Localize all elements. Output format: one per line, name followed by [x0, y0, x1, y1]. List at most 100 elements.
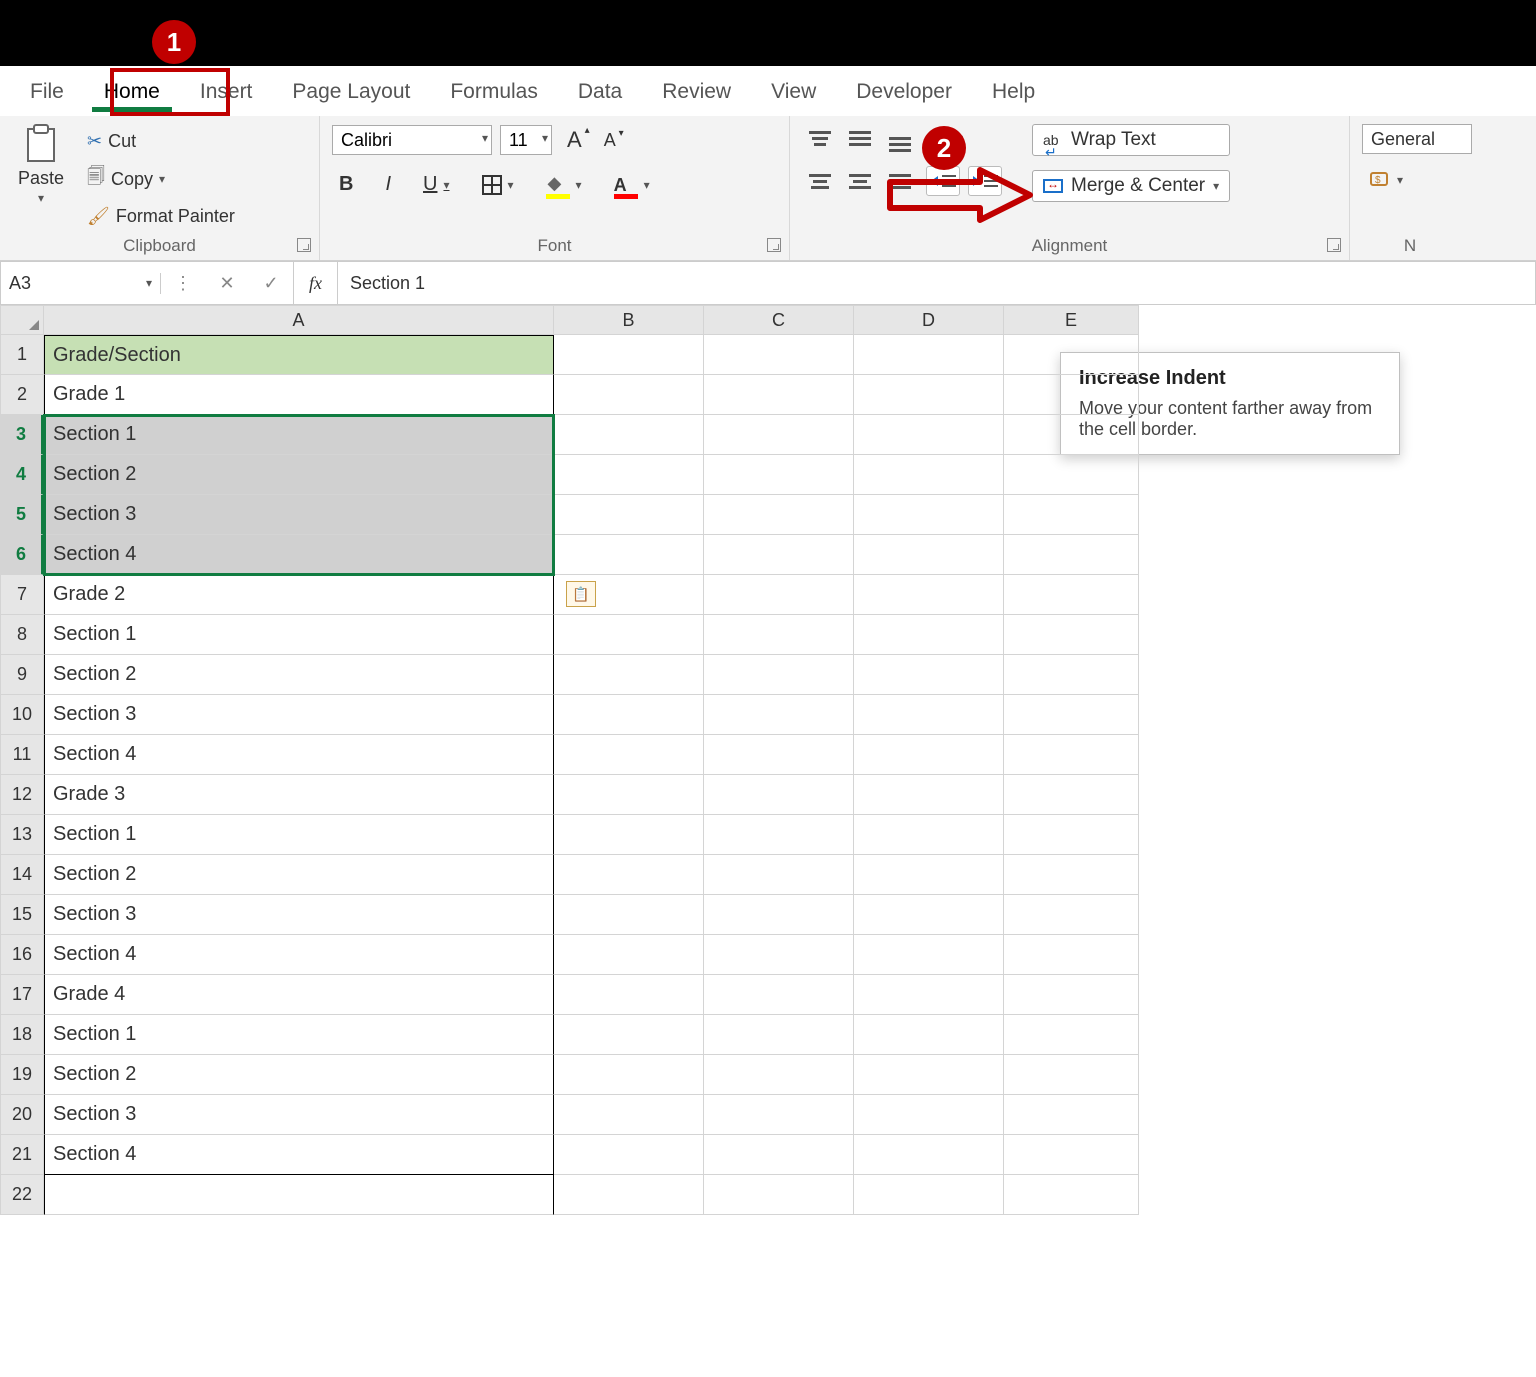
- row-header[interactable]: 6: [0, 535, 44, 575]
- row-header[interactable]: 22: [0, 1175, 44, 1215]
- cell[interactable]: [704, 775, 854, 815]
- cell[interactable]: [704, 615, 854, 655]
- cell[interactable]: [554, 1135, 704, 1175]
- cell[interactable]: [44, 1175, 554, 1215]
- cell[interactable]: [1004, 1175, 1139, 1215]
- cell[interactable]: [704, 575, 854, 615]
- cell[interactable]: [1004, 1055, 1139, 1095]
- cell[interactable]: Grade 2: [44, 575, 554, 615]
- cut-button[interactable]: Cut: [80, 128, 242, 155]
- cell[interactable]: [704, 855, 854, 895]
- row-header[interactable]: 15: [0, 895, 44, 935]
- cell[interactable]: [854, 855, 1004, 895]
- row-header[interactable]: 16: [0, 935, 44, 975]
- row-header[interactable]: 10: [0, 695, 44, 735]
- align-middle-button[interactable]: [842, 124, 878, 152]
- dialog-launcher-icon[interactable]: [1327, 238, 1341, 252]
- font-size-combo[interactable]: [500, 125, 552, 155]
- cell[interactable]: [1004, 535, 1139, 575]
- row-header[interactable]: 18: [0, 1015, 44, 1055]
- cell[interactable]: Section 4: [44, 1135, 554, 1175]
- column-header-B[interactable]: B: [554, 305, 704, 335]
- orientation-button[interactable]: ab ▾: [926, 124, 970, 152]
- cell[interactable]: Section 1: [44, 815, 554, 855]
- cell[interactable]: Section 4: [44, 735, 554, 775]
- cell[interactable]: [704, 895, 854, 935]
- cell[interactable]: [854, 575, 1004, 615]
- align-left-button[interactable]: [802, 167, 838, 195]
- cell[interactable]: [704, 1015, 854, 1055]
- cell[interactable]: [554, 535, 704, 575]
- align-right-button[interactable]: [882, 167, 918, 195]
- cell[interactable]: Section 3: [44, 495, 554, 535]
- align-top-button[interactable]: [802, 124, 838, 152]
- cell[interactable]: Section 1: [44, 615, 554, 655]
- fx-dots-button[interactable]: ⋮: [161, 261, 205, 305]
- cell[interactable]: [554, 735, 704, 775]
- format-painter-button[interactable]: Format Painter: [80, 203, 242, 230]
- cell[interactable]: Section 3: [44, 1095, 554, 1135]
- name-box[interactable]: A3 ▾: [1, 273, 161, 294]
- cell[interactable]: Grade 3: [44, 775, 554, 815]
- cell[interactable]: [554, 615, 704, 655]
- cell[interactable]: Grade 4: [44, 975, 554, 1015]
- align-center-button[interactable]: [842, 167, 878, 195]
- cell[interactable]: [1004, 1095, 1139, 1135]
- decrease-font-size-button[interactable]: A▾: [597, 127, 623, 154]
- dialog-launcher-icon[interactable]: [297, 238, 311, 252]
- cell[interactable]: [854, 415, 1004, 455]
- cell[interactable]: [554, 815, 704, 855]
- increase-indent-button[interactable]: [968, 166, 1002, 196]
- cell[interactable]: [854, 895, 1004, 935]
- enter-formula-button[interactable]: ✓: [249, 261, 293, 305]
- cell[interactable]: [704, 1175, 854, 1215]
- cell[interactable]: [1004, 575, 1139, 615]
- cell[interactable]: [704, 1095, 854, 1135]
- cell[interactable]: [1004, 1135, 1139, 1175]
- cell[interactable]: [854, 695, 1004, 735]
- cell[interactable]: [554, 975, 704, 1015]
- cell[interactable]: [704, 375, 854, 415]
- tab-data[interactable]: Data: [558, 66, 642, 116]
- cell[interactable]: Grade 1: [44, 375, 554, 415]
- cell[interactable]: [554, 895, 704, 935]
- cell[interactable]: [554, 335, 704, 375]
- chevron-down-icon[interactable]: ▾: [38, 191, 44, 205]
- row-header[interactable]: 7: [0, 575, 44, 615]
- paste-button[interactable]: Paste ▾: [12, 124, 70, 205]
- cell[interactable]: [1004, 655, 1139, 695]
- tab-developer[interactable]: Developer: [836, 66, 972, 116]
- tab-review[interactable]: Review: [642, 66, 751, 116]
- cell[interactable]: [704, 455, 854, 495]
- merge-center-button[interactable]: Merge & Center▾: [1032, 170, 1230, 202]
- column-header-A[interactable]: A: [44, 305, 554, 335]
- cell[interactable]: [854, 815, 1004, 855]
- wrap-text-button[interactable]: Wrap Text: [1032, 124, 1230, 156]
- italic-button[interactable]: I: [378, 170, 398, 199]
- cell[interactable]: [1004, 975, 1139, 1015]
- row-header[interactable]: 12: [0, 775, 44, 815]
- font-color-button[interactable]: A ▾: [607, 172, 657, 198]
- cell[interactable]: Section 4: [44, 535, 554, 575]
- tab-file[interactable]: File: [10, 66, 84, 116]
- cell[interactable]: Section 2: [44, 455, 554, 495]
- cell[interactable]: [1004, 895, 1139, 935]
- bold-button[interactable]: B: [332, 170, 360, 199]
- row-header[interactable]: 17: [0, 975, 44, 1015]
- cell[interactable]: [554, 1095, 704, 1135]
- cell[interactable]: [1004, 455, 1139, 495]
- cell[interactable]: [1004, 695, 1139, 735]
- cell[interactable]: Section 1: [44, 1015, 554, 1055]
- cell[interactable]: [1004, 615, 1139, 655]
- cell[interactable]: [854, 775, 1004, 815]
- row-header[interactable]: 13: [0, 815, 44, 855]
- decrease-indent-button[interactable]: [926, 166, 960, 196]
- cell[interactable]: Section 2: [44, 655, 554, 695]
- cell[interactable]: Section 3: [44, 695, 554, 735]
- cell[interactable]: [1004, 855, 1139, 895]
- tab-page-layout[interactable]: Page Layout: [272, 66, 430, 116]
- cell[interactable]: [704, 815, 854, 855]
- cell[interactable]: [704, 975, 854, 1015]
- cell[interactable]: [1004, 935, 1139, 975]
- row-header[interactable]: 3: [0, 415, 44, 455]
